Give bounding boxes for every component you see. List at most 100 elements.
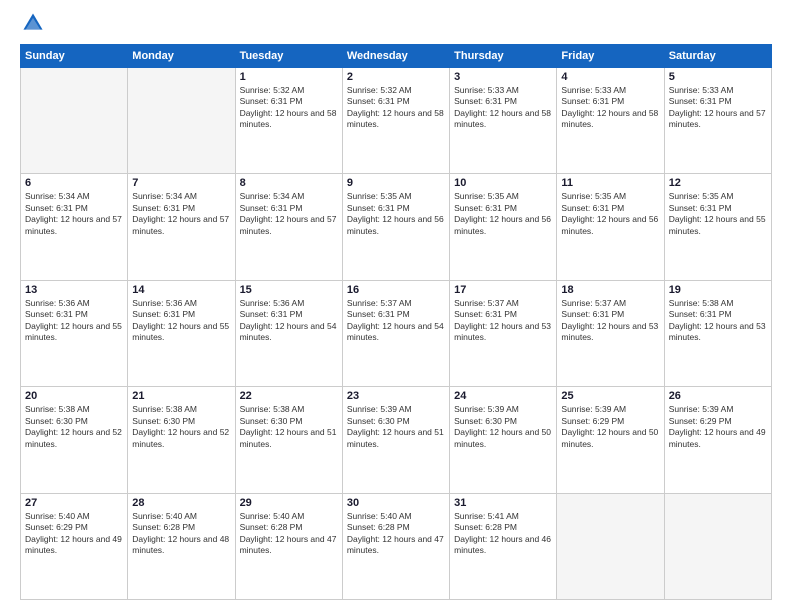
cell-details: Sunrise: 5:34 AM Sunset: 6:31 PM Dayligh…: [25, 191, 123, 237]
day-number: 22: [240, 390, 338, 402]
day-header-wednesday: Wednesday: [342, 45, 449, 68]
calendar-cell: 6 Sunrise: 5:34 AM Sunset: 6:31 PM Daylig…: [21, 174, 128, 280]
cell-details: Sunrise: 5:40 AM Sunset: 6:28 PM Dayligh…: [240, 511, 338, 557]
calendar-cell: 16 Sunrise: 5:37 AM Sunset: 6:31 PM Dayli…: [342, 280, 449, 386]
cell-details: Sunrise: 5:39 AM Sunset: 6:30 PM Dayligh…: [347, 404, 445, 450]
day-number: 20: [25, 390, 123, 402]
cell-details: Sunrise: 5:35 AM Sunset: 6:31 PM Dayligh…: [454, 191, 552, 237]
cell-details: Sunrise: 5:34 AM Sunset: 6:31 PM Dayligh…: [132, 191, 230, 237]
calendar-cell: 19 Sunrise: 5:38 AM Sunset: 6:31 PM Dayli…: [664, 280, 771, 386]
calendar-cell: 18 Sunrise: 5:37 AM Sunset: 6:31 PM Dayli…: [557, 280, 664, 386]
day-number: 21: [132, 390, 230, 402]
day-number: 29: [240, 497, 338, 509]
day-number: 6: [25, 177, 123, 189]
day-number: 25: [561, 390, 659, 402]
calendar-cell: 11 Sunrise: 5:35 AM Sunset: 6:31 PM Dayli…: [557, 174, 664, 280]
day-header-friday: Friday: [557, 45, 664, 68]
day-number: 23: [347, 390, 445, 402]
day-number: 5: [669, 71, 767, 83]
calendar-cell: 17 Sunrise: 5:37 AM Sunset: 6:31 PM Dayli…: [450, 280, 557, 386]
cell-details: Sunrise: 5:37 AM Sunset: 6:31 PM Dayligh…: [347, 298, 445, 344]
cell-details: Sunrise: 5:38 AM Sunset: 6:31 PM Dayligh…: [669, 298, 767, 344]
calendar-cell: 12 Sunrise: 5:35 AM Sunset: 6:31 PM Dayli…: [664, 174, 771, 280]
day-number: 31: [454, 497, 552, 509]
day-header-sunday: Sunday: [21, 45, 128, 68]
calendar-cell: 7 Sunrise: 5:34 AM Sunset: 6:31 PM Daylig…: [128, 174, 235, 280]
calendar-cell: 22 Sunrise: 5:38 AM Sunset: 6:30 PM Dayli…: [235, 387, 342, 493]
cell-details: Sunrise: 5:33 AM Sunset: 6:31 PM Dayligh…: [561, 85, 659, 131]
day-header-thursday: Thursday: [450, 45, 557, 68]
day-number: 1: [240, 71, 338, 83]
calendar-cell: 30 Sunrise: 5:40 AM Sunset: 6:28 PM Dayli…: [342, 493, 449, 599]
calendar-cell: 15 Sunrise: 5:36 AM Sunset: 6:31 PM Dayli…: [235, 280, 342, 386]
calendar-table: SundayMondayTuesdayWednesdayThursdayFrid…: [20, 44, 772, 600]
cell-details: Sunrise: 5:33 AM Sunset: 6:31 PM Dayligh…: [454, 85, 552, 131]
cell-details: Sunrise: 5:35 AM Sunset: 6:31 PM Dayligh…: [669, 191, 767, 237]
day-number: 7: [132, 177, 230, 189]
calendar-cell: 1Sunrise: 5:32 AM Sunset: 6:31 PM Daylig…: [235, 68, 342, 174]
page: SundayMondayTuesdayWednesdayThursdayFrid…: [0, 0, 792, 612]
cell-details: Sunrise: 5:32 AM Sunset: 6:31 PM Dayligh…: [347, 85, 445, 131]
day-number: 24: [454, 390, 552, 402]
logo-icon: [22, 12, 44, 34]
calendar-cell: 5 Sunrise: 5:33 AM Sunset: 6:31 PM Daylig…: [664, 68, 771, 174]
day-number: 14: [132, 284, 230, 296]
cell-details: Sunrise: 5:39 AM Sunset: 6:29 PM Dayligh…: [561, 404, 659, 450]
week-row-3: 20 Sunrise: 5:38 AM Sunset: 6:30 PM Dayli…: [21, 387, 772, 493]
cell-details: Sunrise: 5:36 AM Sunset: 6:31 PM Dayligh…: [240, 298, 338, 344]
header: [20, 16, 772, 34]
calendar-cell: 24 Sunrise: 5:39 AM Sunset: 6:30 PM Dayli…: [450, 387, 557, 493]
day-number: 3: [454, 71, 552, 83]
cell-details: Sunrise: 5:40 AM Sunset: 6:29 PM Dayligh…: [25, 511, 123, 557]
calendar-cell: [557, 493, 664, 599]
day-number: 15: [240, 284, 338, 296]
day-number: 11: [561, 177, 659, 189]
calendar-cell: 25 Sunrise: 5:39 AM Sunset: 6:29 PM Dayli…: [557, 387, 664, 493]
calendar-cell: [664, 493, 771, 599]
cell-details: Sunrise: 5:38 AM Sunset: 6:30 PM Dayligh…: [25, 404, 123, 450]
day-number: 9: [347, 177, 445, 189]
day-number: 27: [25, 497, 123, 509]
calendar-cell: 13Sunrise: 5:36 AM Sunset: 6:31 PM Dayli…: [21, 280, 128, 386]
cell-details: Sunrise: 5:34 AM Sunset: 6:31 PM Dayligh…: [240, 191, 338, 237]
calendar-cell: [128, 68, 235, 174]
cell-details: Sunrise: 5:35 AM Sunset: 6:31 PM Dayligh…: [561, 191, 659, 237]
day-header-tuesday: Tuesday: [235, 45, 342, 68]
calendar-cell: 29 Sunrise: 5:40 AM Sunset: 6:28 PM Dayli…: [235, 493, 342, 599]
calendar-cell: 31 Sunrise: 5:41 AM Sunset: 6:28 PM Dayli…: [450, 493, 557, 599]
day-number: 18: [561, 284, 659, 296]
week-row-4: 27 Sunrise: 5:40 AM Sunset: 6:29 PM Dayli…: [21, 493, 772, 599]
calendar-cell: 26Sunrise: 5:39 AM Sunset: 6:29 PM Dayli…: [664, 387, 771, 493]
calendar-cell: 4Sunrise: 5:33 AM Sunset: 6:31 PM Daylig…: [557, 68, 664, 174]
cell-details: Sunrise: 5:36 AM Sunset: 6:31 PM Dayligh…: [132, 298, 230, 344]
cell-details: Sunrise: 5:37 AM Sunset: 6:31 PM Dayligh…: [561, 298, 659, 344]
day-number: 17: [454, 284, 552, 296]
calendar-cell: 8 Sunrise: 5:34 AM Sunset: 6:31 PM Daylig…: [235, 174, 342, 280]
day-number: 19: [669, 284, 767, 296]
cell-details: Sunrise: 5:40 AM Sunset: 6:28 PM Dayligh…: [347, 511, 445, 557]
cell-details: Sunrise: 5:33 AM Sunset: 6:31 PM Dayligh…: [669, 85, 767, 131]
cell-details: Sunrise: 5:35 AM Sunset: 6:31 PM Dayligh…: [347, 191, 445, 237]
week-row-1: 6 Sunrise: 5:34 AM Sunset: 6:31 PM Daylig…: [21, 174, 772, 280]
calendar-header-row: SundayMondayTuesdayWednesdayThursdayFrid…: [21, 45, 772, 68]
logo: [20, 16, 44, 34]
calendar-cell: 10 Sunrise: 5:35 AM Sunset: 6:31 PM Dayli…: [450, 174, 557, 280]
calendar-cell: 9 Sunrise: 5:35 AM Sunset: 6:31 PM Daylig…: [342, 174, 449, 280]
calendar-cell: [21, 68, 128, 174]
calendar-cell: 23 Sunrise: 5:39 AM Sunset: 6:30 PM Dayli…: [342, 387, 449, 493]
cell-details: Sunrise: 5:39 AM Sunset: 6:30 PM Dayligh…: [454, 404, 552, 450]
day-number: 30: [347, 497, 445, 509]
calendar-cell: 21Sunrise: 5:38 AM Sunset: 6:30 PM Dayli…: [128, 387, 235, 493]
cell-details: Sunrise: 5:37 AM Sunset: 6:31 PM Dayligh…: [454, 298, 552, 344]
day-header-saturday: Saturday: [664, 45, 771, 68]
cell-details: Sunrise: 5:41 AM Sunset: 6:28 PM Dayligh…: [454, 511, 552, 557]
day-number: 12: [669, 177, 767, 189]
day-number: 13: [25, 284, 123, 296]
day-number: 8: [240, 177, 338, 189]
day-number: 16: [347, 284, 445, 296]
day-number: 2: [347, 71, 445, 83]
day-number: 10: [454, 177, 552, 189]
cell-details: Sunrise: 5:40 AM Sunset: 6:28 PM Dayligh…: [132, 511, 230, 557]
cell-details: Sunrise: 5:38 AM Sunset: 6:30 PM Dayligh…: [240, 404, 338, 450]
calendar-cell: 20 Sunrise: 5:38 AM Sunset: 6:30 PM Dayli…: [21, 387, 128, 493]
